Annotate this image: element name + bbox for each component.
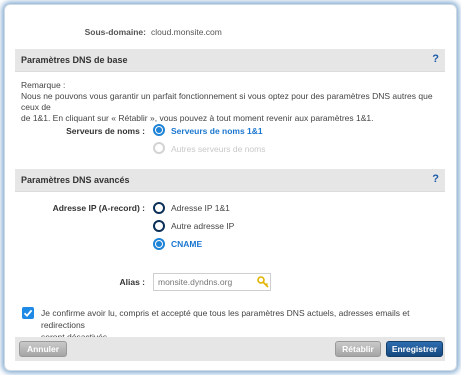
remark-line-1: Nous ne pouvons vous garantir un parfait… bbox=[21, 91, 433, 112]
ip-cname-radio[interactable] bbox=[153, 238, 165, 250]
nameservers-1and1-label[interactable]: Serveurs de noms 1&1 bbox=[171, 126, 263, 136]
checkmark-icon bbox=[23, 309, 33, 318]
confirm-checkbox[interactable] bbox=[22, 307, 34, 319]
ip-1and1-label[interactable]: Adresse IP 1&1 bbox=[171, 203, 230, 213]
basic-dns-header: Paramètres DNS de base ? bbox=[15, 49, 445, 72]
save-button[interactable]: Enregistrer bbox=[386, 341, 443, 357]
advanced-dns-header: Paramètres DNS avancés ? bbox=[15, 169, 445, 192]
alias-input[interactable] bbox=[153, 273, 271, 291]
nameservers-label: Serveurs de noms : bbox=[66, 126, 145, 136]
ip-address-label: Adresse IP (A-record) : bbox=[52, 203, 145, 213]
basic-dns-help-icon[interactable]: ? bbox=[432, 53, 439, 65]
nameservers-1and1-radio[interactable] bbox=[153, 124, 165, 136]
advanced-dns-help-icon[interactable]: ? bbox=[432, 173, 439, 185]
confirm-line-1: Je confirme avoir lu, compris et accepté… bbox=[41, 308, 410, 330]
subdomain-value: cloud.monsite.com bbox=[151, 27, 222, 37]
advanced-dns-title: Paramètres DNS avancés bbox=[21, 175, 130, 185]
subdomain-row: Sous-domaine: cloud.monsite.com bbox=[5, 27, 456, 41]
key-icon[interactable] bbox=[257, 276, 269, 288]
basic-dns-title: Paramètres DNS de base bbox=[21, 55, 128, 65]
remark-text: Remarque : Nous ne pouvons vous garantir… bbox=[21, 80, 441, 124]
restore-button[interactable]: Rétablir bbox=[335, 341, 381, 357]
ip-other-label[interactable]: Autre adresse IP bbox=[171, 221, 234, 231]
ip-1and1-radio[interactable] bbox=[153, 202, 165, 214]
remark-title: Remarque : bbox=[21, 80, 66, 90]
cancel-button[interactable]: Annuler bbox=[19, 341, 67, 357]
dialog-footer: Annuler Rétablir Enregistrer bbox=[15, 337, 445, 361]
nameservers-other-radio[interactable] bbox=[153, 142, 165, 154]
ip-other-radio[interactable] bbox=[153, 220, 165, 232]
nameservers-other-label[interactable]: Autres serveurs de noms bbox=[171, 144, 265, 154]
remark-line-2: de 1&1. En cliquant sur « Rétablir », vo… bbox=[21, 113, 374, 123]
alias-label: Alias : bbox=[119, 277, 145, 287]
subdomain-label: Sous-domaine: bbox=[84, 27, 146, 37]
dns-settings-dialog: Sous-domaine: cloud.monsite.com Paramètr… bbox=[4, 4, 457, 371]
ip-cname-label[interactable]: CNAME bbox=[171, 239, 202, 249]
